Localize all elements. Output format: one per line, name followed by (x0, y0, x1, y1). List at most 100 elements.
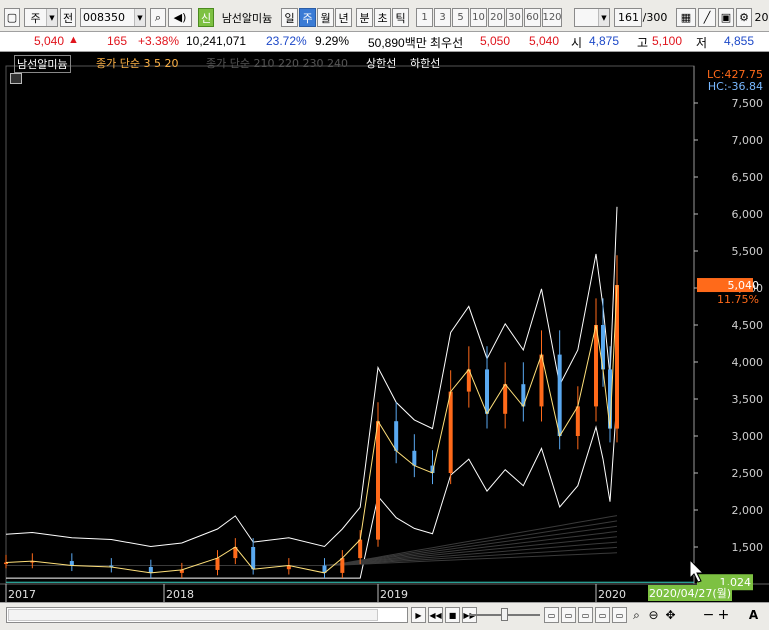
long-ma-line (6, 552, 618, 566)
date-marker-label: 2020/04/27(월) (649, 587, 731, 600)
chevron-down-icon[interactable]: ▼ (134, 9, 145, 26)
best-bid: 5,040 (529, 34, 560, 48)
stock-name: 남선알미늄 (221, 11, 273, 25)
candle-body (394, 421, 399, 451)
zoom-out-icon[interactable]: − (701, 607, 716, 623)
layout-icon-3[interactable]: ▭ (578, 607, 593, 623)
legend-stock-name[interactable]: 남선알미늄 (14, 55, 71, 73)
chart-canvas[interactable]: 1,5002,0002,5003,0003,5004,0004,5005,000… (0, 52, 769, 602)
market-value: 주 (30, 11, 41, 25)
period-1-button[interactable]: 주 (299, 8, 316, 27)
interval-120-button[interactable]: 120 (542, 8, 562, 27)
period-4-button[interactable]: 분 (356, 8, 373, 27)
speaker-icon[interactable]: ◀) (168, 8, 192, 27)
zoom-search-icon[interactable]: ⌕ (629, 607, 644, 623)
chevron-down-icon[interactable]: ▼ (598, 9, 609, 26)
high-label: 고 (637, 36, 649, 50)
code-input[interactable] (81, 9, 134, 26)
auto-scale-icon[interactable]: A (746, 607, 761, 623)
volume-pct-1: 23.72% (266, 34, 307, 48)
ma-short-line (5, 284, 618, 574)
zoom-in-icon[interactable]: + (716, 607, 731, 623)
candle-body (503, 384, 508, 414)
layout-icon-4[interactable]: ▭ (595, 607, 610, 623)
interval-select[interactable]: ▼ (574, 8, 610, 27)
move-icon[interactable]: ✥ (663, 607, 678, 623)
candle-body (575, 406, 580, 436)
candle-body (148, 566, 153, 573)
candle-body (594, 325, 598, 407)
search-icon[interactable]: ⌕ (150, 8, 166, 27)
lower-band-line (6, 398, 618, 579)
trade-amount: 50,890백만 (368, 36, 427, 50)
page-count-input[interactable]: 161 (614, 8, 642, 27)
long-ma-line (6, 515, 618, 566)
y-tick-label: 2,500 (732, 467, 764, 480)
scroll-back-icon[interactable]: ◀◀ (428, 607, 443, 623)
interval-10-button[interactable]: 10 (470, 8, 487, 27)
y-tick-label: 4,500 (732, 319, 764, 332)
long-ma-line (6, 531, 618, 566)
interval-30-button[interactable]: 30 (506, 8, 523, 27)
scroll-start-icon[interactable]: ▶ (411, 607, 426, 623)
x-tick-label: 2017 (8, 588, 36, 601)
price-chart[interactable]: 1,5002,0002,5003,0003,5004,0004,5005,000… (0, 52, 769, 602)
reset-icon[interactable]: ⊖ (646, 607, 661, 623)
current-price-label: 5,040 (728, 279, 760, 292)
save-icon[interactable]: ▣ (718, 8, 734, 27)
y-tick-label: 4,000 (732, 356, 764, 369)
interval-1-button[interactable]: 1 (416, 8, 433, 27)
new-badge[interactable]: 신 (198, 8, 214, 27)
zoom-slider-handle[interactable] (501, 608, 508, 621)
candle-body (340, 558, 345, 573)
interval-5-button[interactable]: 5 (452, 8, 469, 27)
window-icon[interactable]: ▢ (4, 8, 20, 27)
period-3-button[interactable]: 년 (335, 8, 352, 27)
compare-icon[interactable]: ▦ (676, 8, 696, 27)
prefix-button[interactable]: 전 (60, 8, 76, 27)
legend-limit-up[interactable]: 상한선 (366, 55, 396, 71)
up-arrow-icon: ▲ (68, 34, 79, 46)
layout-icon-5[interactable]: ▭ (612, 607, 627, 623)
x-tick-label: 2019 (380, 588, 408, 601)
y-tick-label: 7,000 (732, 134, 764, 147)
open-price: 4,875 (589, 34, 620, 48)
period-6-button[interactable]: 틱 (392, 8, 409, 27)
legend-ma-long[interactable]: 종가 단순 210 220 230 240 (206, 55, 348, 71)
bottom-bar: ▶ ◀◀ ■ ▶▶ ▭ ▭ ▭ ▭ ▭ ⌕ ⊖ ✥ − + A (0, 602, 769, 630)
market-select[interactable]: 주 ▼ (24, 8, 58, 27)
period-2-button[interactable]: 월 (317, 8, 334, 27)
best-label: 최우선 (430, 36, 464, 50)
interval-60-button[interactable]: 60 (524, 8, 541, 27)
low-label: 저 (696, 36, 708, 50)
code-input-box[interactable]: ▼ (80, 8, 146, 27)
period-5-button[interactable]: 초 (374, 8, 391, 27)
period-0-button[interactable]: 일 (281, 8, 298, 27)
stop-icon[interactable]: ■ (445, 607, 460, 623)
layout-icon-2[interactable]: ▭ (561, 607, 576, 623)
long-ma-line (6, 536, 618, 566)
draw-line-icon[interactable]: ╱ (698, 8, 716, 27)
y-tick-label: 3,500 (732, 393, 764, 406)
volume: 10,241,071 (186, 34, 247, 48)
legend-limit-down[interactable]: 하한선 (410, 55, 440, 71)
scrollbar-thumb[interactable] (8, 609, 378, 621)
candle-body (412, 450, 417, 466)
candle-body (215, 558, 220, 570)
layout-icon-1[interactable]: ▭ (544, 607, 559, 623)
legend-ma-short[interactable]: 종가 단순 3 5 20 (96, 55, 178, 71)
gear-icon[interactable]: ⚙ (736, 8, 752, 27)
x-tick-label: 2018 (166, 588, 194, 601)
candle-body (358, 539, 363, 559)
toolbar-overflow: 20 (754, 11, 769, 24)
grid-icon[interactable] (10, 73, 22, 84)
toolbar: ▢ 주 ▼ 전 ▼ ⌕ ◀) 신 남선알미늄 ▼ 161 /300 ▦ ╱ ▣ … (0, 0, 769, 32)
open-label: 시 (571, 36, 583, 50)
horizontal-scrollbar[interactable] (6, 607, 408, 623)
page-total: /300 (642, 11, 668, 24)
hc-label: HC:-36.84 (708, 80, 763, 93)
chevron-down-icon[interactable]: ▼ (46, 9, 57, 26)
interval-3-button[interactable]: 3 (434, 8, 451, 27)
interval-20-button[interactable]: 20 (488, 8, 505, 27)
y-tick-label: 1,500 (732, 541, 764, 554)
